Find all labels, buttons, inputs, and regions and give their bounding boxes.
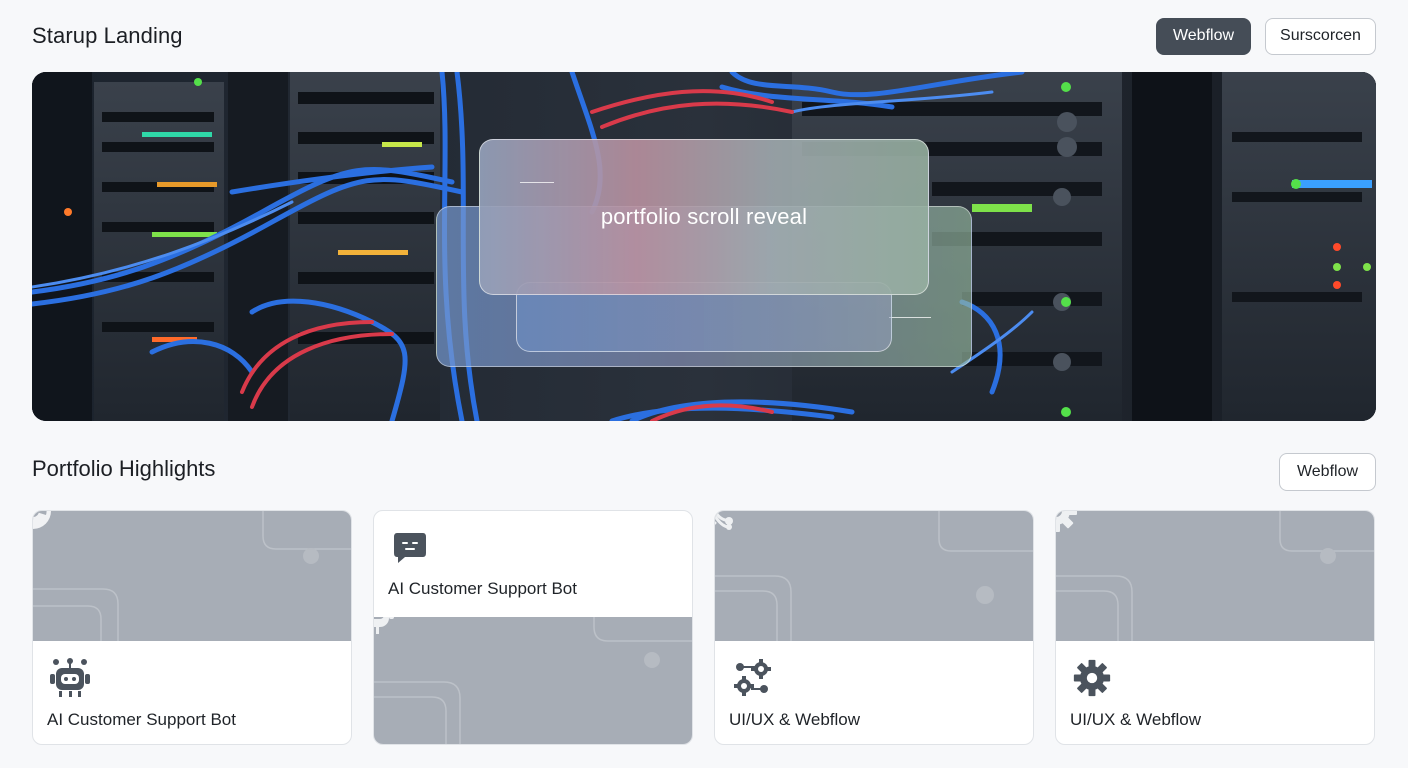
webflow-button[interactable]: Webflow: [1156, 17, 1251, 55]
portfolio-card-2[interactable]: AI Customer Support Bot: [373, 510, 693, 745]
hero-banner: portfolio scroll reveal: [32, 72, 1376, 421]
card-thumbnail: [715, 511, 1033, 641]
pie-chart-icon: [33, 511, 51, 529]
portfolio-card-4[interactable]: UI/UX & Webflow: [1055, 510, 1375, 745]
card-thumbnail: [1056, 511, 1374, 641]
gear-icon: [1073, 659, 1111, 697]
circuit-pattern: [374, 617, 692, 744]
network-nodes-icon: [715, 511, 733, 530]
portfolio-card-1[interactable]: AI Customer Support Bot: [32, 510, 352, 745]
hero-caption: portfolio scroll reveal: [600, 204, 808, 229]
card-label: UI/UX & Webflow: [729, 710, 861, 729]
glass-accent-line: [520, 182, 554, 183]
portfolio-card-3[interactable]: UI/UX & Webflow: [714, 510, 1034, 745]
card-label: AI Customer Support Bot: [388, 579, 577, 598]
gear-icon: [1056, 511, 1077, 532]
surscorcen-button[interactable]: Surscorcen: [1265, 17, 1376, 55]
header-actions: Webflow Surscorcen: [1156, 17, 1376, 55]
card-label: UI/UX & Webflow: [1070, 710, 1202, 729]
gears-icon: [734, 659, 771, 696]
card-thumbnail: [33, 511, 351, 641]
section-title: Portfolio Highlights: [32, 456, 216, 481]
glass-divider: [889, 317, 931, 318]
page-title: Starup Landing: [32, 23, 183, 48]
chat-bubble-icon: [394, 533, 426, 563]
robot-head-icon: [374, 617, 394, 634]
hero-glass-card-front: portfolio scroll reveal: [479, 139, 929, 295]
card-thumbnail: [374, 617, 692, 744]
top-bar: Starup Landing Webflow Surscorcen: [32, 16, 1376, 56]
card-label: AI Customer Support Bot: [47, 710, 236, 729]
section-webflow-button[interactable]: Webflow: [1279, 453, 1376, 491]
circuit-pattern: [33, 511, 351, 641]
circuit-pattern: [1056, 511, 1374, 641]
robot-icon: [50, 658, 90, 697]
circuit-pattern: [715, 511, 1033, 641]
